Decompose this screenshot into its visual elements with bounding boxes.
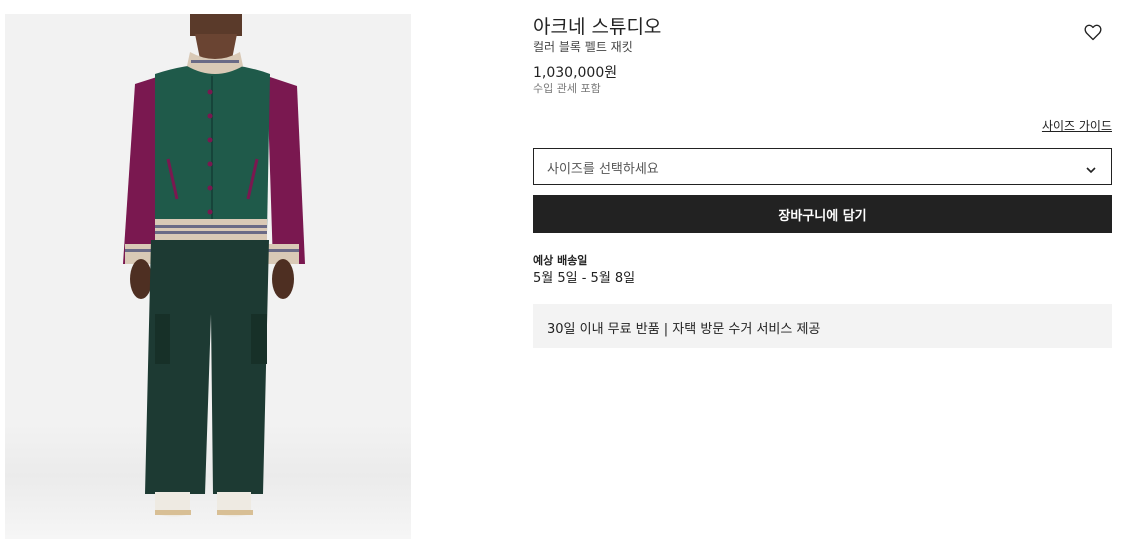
chevron-down-icon (1085, 161, 1097, 174)
add-to-cart-button[interactable]: 장바구니에 담기 (533, 195, 1112, 233)
brand-name[interactable]: 아크네 스튜디오 (533, 12, 661, 39)
heart-icon[interactable] (1083, 22, 1103, 42)
size-dropdown[interactable]: 사이즈를 선택하세요 (533, 148, 1112, 185)
delivery-label: 예상 배송일 (533, 254, 588, 267)
tax-note: 수입 관세 포함 (533, 82, 601, 95)
size-guide-link[interactable]: 사이즈 가이드 (1042, 117, 1112, 134)
size-dropdown-placeholder: 사이즈를 선택하세요 (547, 162, 659, 177)
returns-banner: 30일 이내 무료 반품 | 자택 방문 수거 서비스 제공 (533, 304, 1112, 348)
delivery-dates: 5월 5일 - 5월 8일 (533, 271, 636, 286)
returns-text: 30일 이내 무료 반품 | 자택 방문 수거 서비스 제공 (547, 322, 821, 337)
product-title: 컬러 블록 펠트 재킷 (533, 40, 633, 54)
model-illustration (123, 14, 305, 517)
product-image[interactable] (5, 14, 411, 539)
product-price: 1,030,000원 (533, 65, 618, 81)
